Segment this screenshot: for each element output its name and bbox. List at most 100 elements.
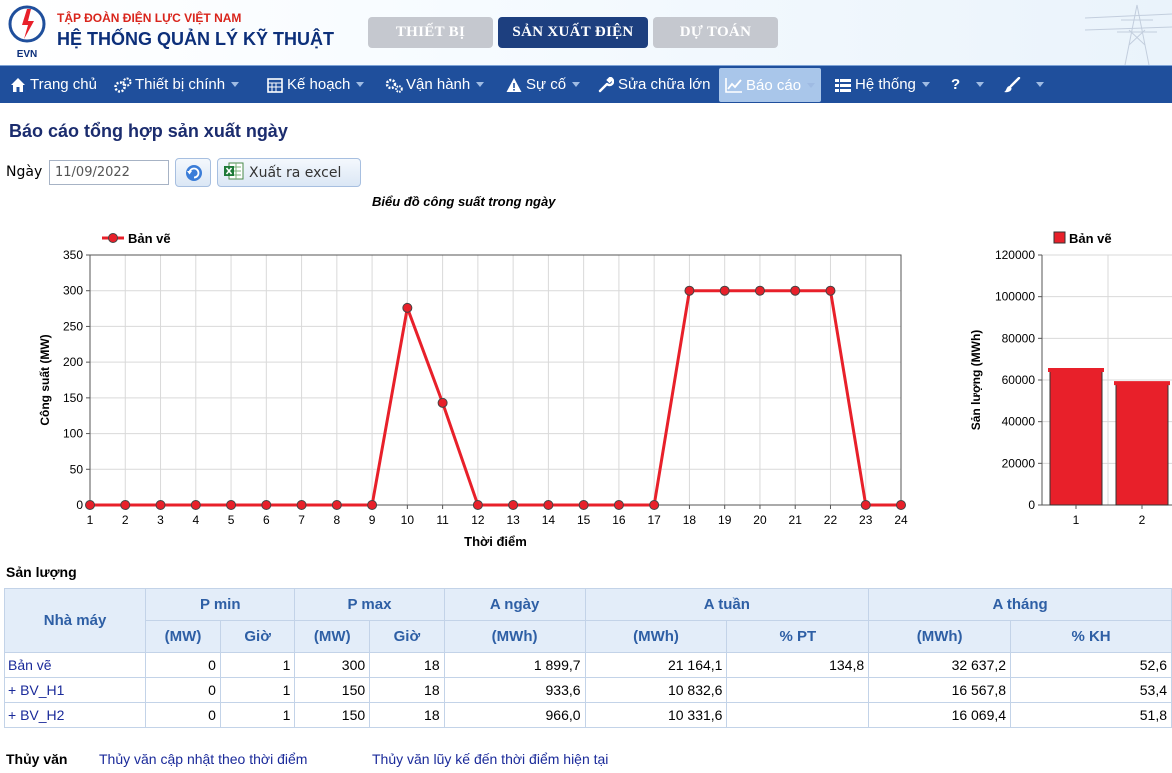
date-input[interactable]: [49, 160, 169, 185]
data-point: [472, 500, 483, 510]
plot-frame: [89, 254, 902, 506]
x-tick-label: 12: [471, 513, 485, 527]
x-tick-label: 1: [87, 513, 94, 527]
x-tick-label: 9: [369, 513, 376, 527]
data-point: [825, 285, 836, 296]
data-point: [613, 500, 624, 510]
cell-aweek: 10 832,6: [584, 677, 728, 703]
y-tick-label: 60000: [1002, 373, 1036, 387]
header-aweek: A tuần: [584, 588, 870, 621]
bar: [1115, 382, 1169, 506]
chevron-down-icon: [231, 82, 240, 87]
x-tick-label: 20: [753, 513, 767, 527]
y-axis-label: Công suất (MW): [38, 334, 52, 425]
legend-marker: [108, 233, 118, 243]
chart-icon: [725, 76, 743, 94]
y-tick-label: 100: [63, 427, 83, 441]
cell-name[interactable]: + BV_H2: [3, 702, 147, 728]
tab-san-xuat-dien[interactable]: SẢN XUẤT ĐIỆN: [498, 17, 648, 48]
cell-amonth-pct: 53,4: [1010, 677, 1172, 703]
cell-pmin: 0: [145, 652, 221, 678]
data-point: [155, 500, 166, 510]
x-tick-label: 11: [436, 513, 449, 527]
cell-pmax: 150: [294, 702, 371, 728]
nav-theme[interactable]: [1003, 66, 1044, 103]
cell-amonth: 32 637,2: [868, 652, 1012, 678]
data-point: [261, 500, 272, 510]
data-point: [754, 285, 765, 296]
data-point: [578, 500, 589, 510]
cell-pmin: 0: [145, 677, 221, 703]
nav-thiet-bi-chinh[interactable]: Thiết bị chính: [114, 66, 240, 103]
cell-aweek-pct: [726, 677, 870, 703]
cell-pmin: 0: [145, 702, 221, 728]
system-name: HỆ THỐNG QUẢN LÝ KỸ THUẬT: [57, 29, 334, 49]
nav-su-co-label: Sự cố: [526, 76, 567, 93]
table-body: Bản vẽ 0 1 300 18 1 899,7 21 164,1 134,8 32 637,…: [3, 652, 1172, 728]
data-point: [543, 500, 554, 510]
page-title: Báo cáo tổng hợp sản xuất ngày: [9, 121, 288, 141]
bar: [1049, 369, 1103, 506]
table-row: Bản vẽ 0 1 300 18 1 899,7 21 164,1 134,8 32 637,…: [3, 652, 1172, 678]
hydrology-link-current[interactable]: Thủy văn cập nhật theo thời điểm: [99, 751, 307, 767]
y-tick-label: 80000: [1002, 331, 1036, 345]
cell-name[interactable]: + BV_H1: [3, 677, 147, 703]
refresh-button[interactable]: [175, 158, 211, 187]
cell-aweek-pct: 134,8: [726, 652, 870, 678]
warning-icon: [505, 76, 523, 94]
nav-ke-hoach[interactable]: Kế hoạch: [266, 66, 365, 103]
x-tick-label: 13: [506, 513, 520, 527]
header-pmin-mw: (MW): [145, 620, 221, 653]
x-tick-label: 5: [228, 513, 235, 527]
x-tick-label: 21: [789, 513, 803, 527]
x-tick-label: 7: [298, 513, 305, 527]
data-point: [437, 397, 448, 408]
x-tick-label: 2: [1139, 513, 1146, 527]
header-amonth: A tháng: [868, 588, 1172, 621]
nav-sua-chua-lon[interactable]: Sửa chữa lớn: [597, 66, 710, 103]
header-amonth-pct: % KH: [1010, 620, 1172, 653]
x-tick-label: 14: [542, 513, 556, 527]
chevron-down-icon: [356, 82, 365, 87]
excel-icon: [224, 162, 244, 184]
nav-van-hanh[interactable]: Vận hành: [385, 66, 485, 103]
cell-aday: 966,0: [443, 702, 586, 728]
tab-thiet-bi[interactable]: THIẾT BỊ: [368, 17, 493, 48]
calendar-icon: [266, 76, 284, 94]
power-pylon-decoration: [1085, 4, 1172, 65]
cell-pmin-h: 1: [219, 702, 296, 728]
hydrology-link-cumulative[interactable]: Thủy văn lũy kế đến thời điểm hiện tại: [372, 751, 608, 767]
nav-bao-cao[interactable]: Báo cáo: [719, 68, 822, 102]
data-point: [719, 285, 730, 296]
table-row: + BV_H2 0 1 150 18 966,0 10 331,6 16 069,4 51,8: [3, 702, 1172, 728]
header-amonth-mwh: (MWh): [868, 620, 1012, 653]
nav-home[interactable]: Trang chủ: [9, 66, 97, 103]
nav-help[interactable]: ?: [951, 66, 985, 103]
y-tick-label: 40000: [1002, 415, 1036, 429]
data-point: [508, 500, 519, 510]
header-pmax: P max: [294, 588, 445, 621]
export-excel-button[interactable]: Xuất ra excel: [217, 158, 361, 187]
chevron-down-icon: [572, 82, 581, 87]
header-aday-mwh: (MWh): [443, 620, 586, 653]
nav-he-thong-label: Hệ thống: [855, 76, 916, 93]
header-aweek-pct: % PT: [726, 620, 870, 653]
nav-he-thong[interactable]: Hệ thống: [834, 66, 930, 103]
cell-name[interactable]: Bản vẽ: [3, 652, 147, 678]
cell-pmax-h: 18: [369, 677, 445, 703]
x-tick-label: 3: [157, 513, 164, 527]
data-point: [896, 500, 906, 510]
data-point: [85, 500, 95, 510]
x-tick-label: 22: [824, 513, 838, 527]
x-tick-label: 24: [894, 513, 908, 527]
tab-du-toan[interactable]: DỰ TOÁN: [653, 17, 778, 48]
data-point: [684, 285, 695, 296]
x-tick-label: 19: [718, 513, 732, 527]
cell-aweek: 10 331,6: [584, 702, 728, 728]
date-label: Ngày: [6, 164, 43, 180]
x-tick-label: 16: [612, 513, 626, 527]
data-point: [402, 302, 413, 313]
nav-sua-chua-lon-label: Sửa chữa lớn: [618, 76, 711, 93]
nav-su-co[interactable]: Sự cố: [505, 66, 581, 103]
y-tick-label: 0: [76, 498, 83, 512]
